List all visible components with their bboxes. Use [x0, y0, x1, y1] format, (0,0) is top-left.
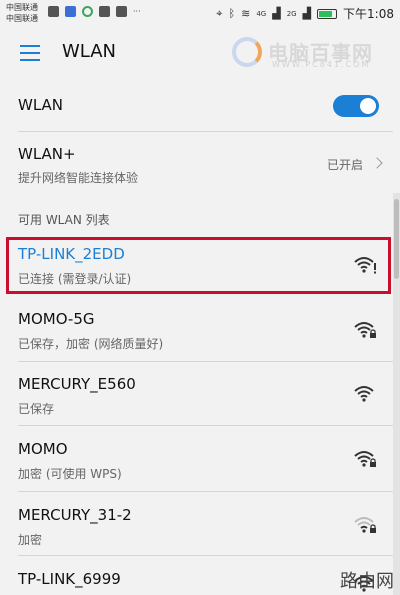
carrier-2: 中国联通 — [6, 14, 38, 23]
wlan-switch[interactable] — [333, 95, 379, 117]
carrier-info: 中国联通 中国联通 — [6, 2, 38, 24]
wifi-icon — [353, 384, 377, 404]
network-status: 加密 — [18, 533, 43, 547]
wifi-status-icon: ≋ — [241, 7, 251, 20]
network-name: TP-LINK_2EDD — [18, 245, 125, 263]
location-icon: ⌖ — [216, 6, 223, 20]
clock: 下午1:08 — [343, 7, 394, 21]
network-item[interactable]: MERCURY_E560 已保存 — [0, 362, 393, 426]
network-item[interactable]: MOMO 加密 (可使用 WPS) — [0, 426, 393, 492]
battery-icon — [317, 8, 338, 19]
health-icon — [116, 6, 127, 17]
wifi-alert-icon — [353, 255, 377, 275]
wlan-plus-row[interactable]: WLAN+ 提升网络智能连接体验 已开启 — [0, 132, 393, 192]
watermark-bottom: 路由网 — [340, 571, 394, 592]
signal-icon: ▟ — [272, 7, 281, 20]
network-name: MOMO — [18, 440, 68, 458]
wlan-plus-subtitle: 提升网络智能连接体验 — [18, 171, 139, 185]
page-title: WLAN — [62, 41, 117, 62]
network-item[interactable]: MOMO-5G 已保存，加密 (网络质量好) — [0, 300, 393, 362]
watermark: 电脑百事网 WWW.PC841.COM — [232, 33, 392, 73]
network-status: 已保存 — [18, 402, 55, 416]
wifi-lock-weak-icon — [353, 515, 377, 535]
app-notification-icon-2 — [82, 6, 93, 17]
network-item[interactable]: MERCURY_31-2 加密 — [0, 492, 393, 556]
wlan-plus-label: WLAN+ — [18, 145, 76, 163]
scroll-thumb[interactable] — [394, 199, 399, 279]
app-notification-icon — [65, 6, 76, 17]
wlan-label: WLAN — [18, 96, 64, 114]
usb-icon-2 — [99, 6, 110, 17]
watermark-logo-icon — [232, 37, 262, 67]
network-item[interactable]: TP-LINK_2EDD 已连接 (需登录/认证) — [0, 237, 393, 294]
network-status: 加密 (可使用 WPS) — [18, 467, 122, 481]
app-bar: WLAN 电脑百事网 WWW.PC841.COM — [0, 27, 400, 80]
chevron-right-icon — [371, 157, 383, 169]
signal-label-1: 4G — [256, 9, 267, 18]
system-status: ⌖ ᛒ ≋ 4G ▟ 2G ▟ 下午1:08 — [216, 5, 394, 22]
signal-label-2: 2G — [286, 9, 297, 18]
notification-icons: ··· — [48, 6, 141, 17]
network-item[interactable]: TP-LINK_6999 — [0, 556, 393, 595]
status-bar: 中国联通 中国联通 ··· ⌖ ᛒ ≋ 4G ▟ 2G ▟ 下午1:08 — [0, 0, 400, 27]
signal-icon-2: ▟ — [302, 7, 312, 20]
network-name: MERCURY_31-2 — [18, 506, 132, 524]
network-status: 已保存，加密 (网络质量好) — [18, 337, 164, 351]
network-name: MOMO-5G — [18, 310, 95, 328]
network-name: MERCURY_E560 — [18, 375, 136, 393]
wifi-lock-icon — [353, 320, 377, 340]
more-dots-icon: ··· — [133, 7, 141, 16]
available-networks-header: 可用 WLAN 列表 — [18, 213, 110, 227]
network-status: 已连接 (需登录/认证) — [18, 272, 132, 286]
scrollbar[interactable] — [393, 193, 400, 595]
network-name: TP-LINK_6999 — [18, 570, 121, 588]
wlan-plus-status: 已开启 — [326, 158, 363, 172]
menu-icon[interactable] — [20, 45, 40, 61]
wifi-lock-icon — [353, 449, 377, 469]
bluetooth-icon: ᛒ — [228, 7, 236, 20]
carrier-1: 中国联通 — [6, 3, 38, 12]
watermark-url: WWW.PC841.COM — [272, 60, 371, 69]
usb-icon — [48, 6, 59, 17]
wlan-toggle-row[interactable]: WLAN — [0, 80, 393, 132]
